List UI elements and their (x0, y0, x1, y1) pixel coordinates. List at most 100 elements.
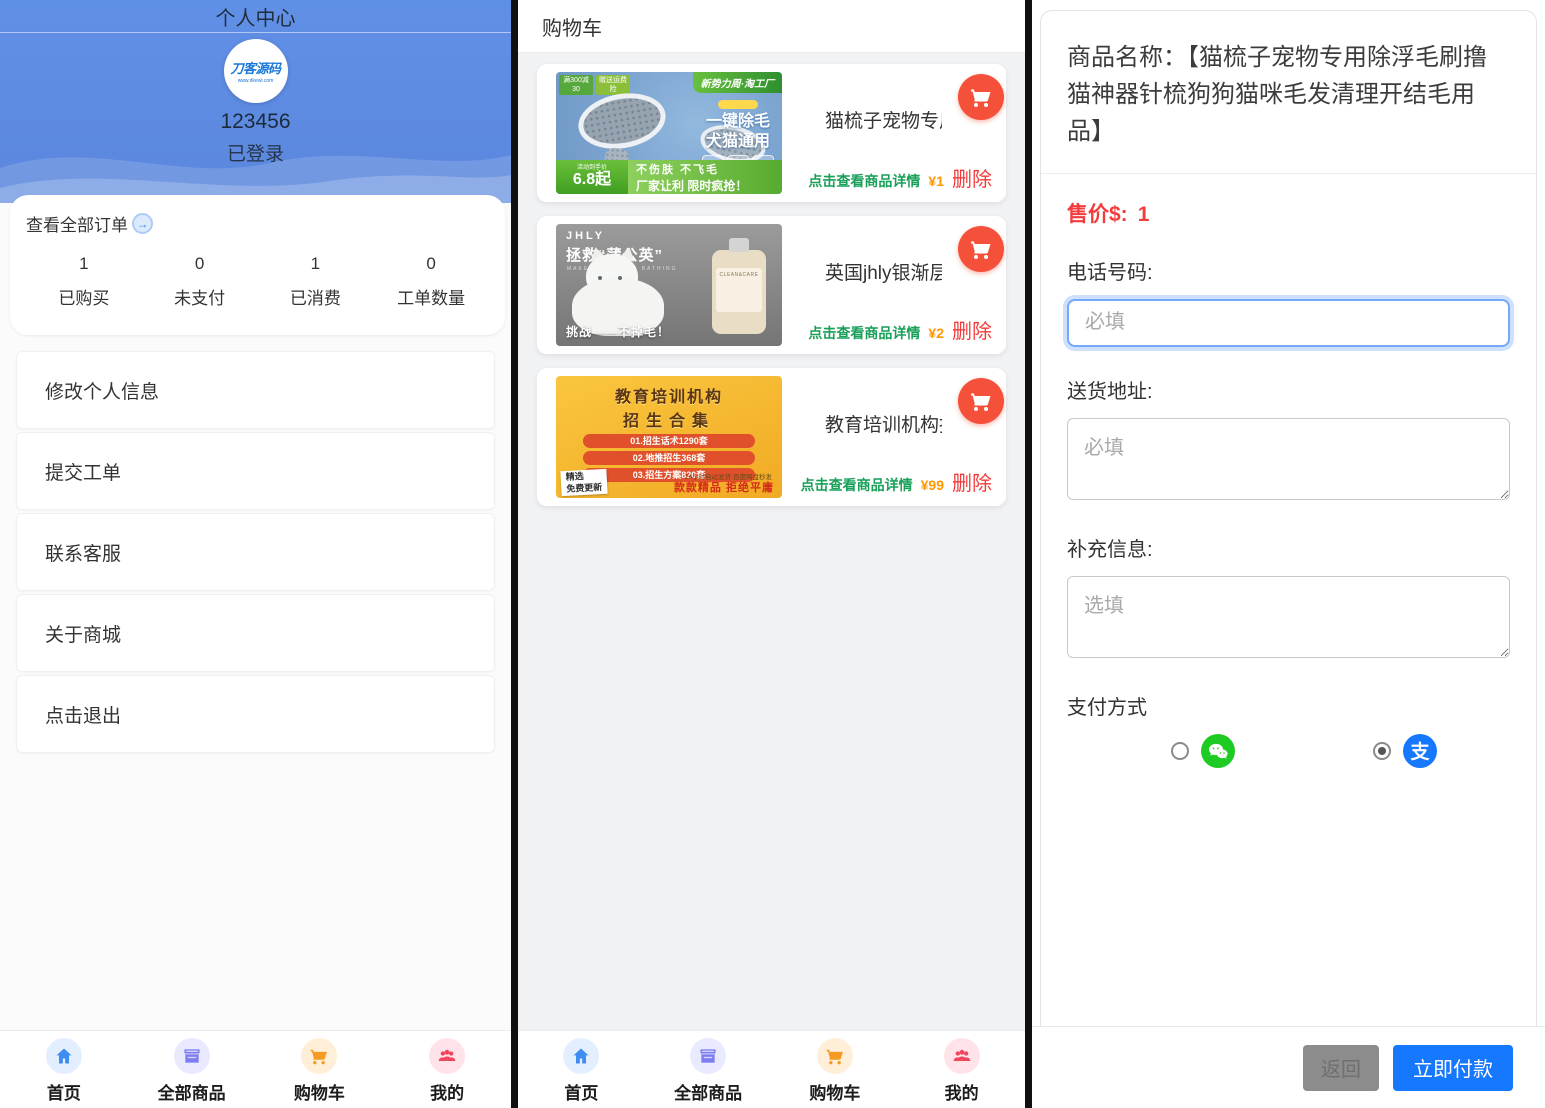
order-form-card: 商品名称：【猫梳子宠物专用除浮毛刷撸猫神器针梳狗狗猫咪毛发清理开结毛用品】 售价… (1040, 10, 1537, 1026)
cart-badge-icon[interactable] (958, 378, 1004, 424)
bottle-cap-graphic (729, 238, 749, 252)
wechat-pay-icon (1201, 734, 1235, 768)
app: 个人中心 刀客源码 www.dkewl.com 123456 已登录 查看全部订… (0, 0, 1545, 1108)
slogan-line: 厂家让利 限时疯抢！ (636, 177, 782, 194)
username: 123456 (220, 110, 290, 134)
logo-url-text: www.dkewl.com (238, 78, 274, 84)
view-detail-link[interactable]: 点击查看商品详情 (801, 475, 913, 495)
tab-bar: 首页 全部商品 购物车 我的 (518, 1030, 1025, 1108)
wechat-pay-option[interactable] (1171, 734, 1235, 768)
bottle-label: CLEAN&CARE (716, 268, 762, 312)
payment-method-label: 支付方式 (1067, 691, 1510, 720)
phone-input[interactable] (1067, 299, 1510, 347)
menu-item-label: 修改个人信息 (45, 377, 159, 404)
menu-item-submit-ticket[interactable]: 提交工单 (16, 432, 495, 510)
tab-home[interactable]: 首页 (0, 1031, 128, 1108)
list-pill: 01.招生话术1290套 (583, 434, 755, 448)
cart-item: JHLY 拯救“蒲公英” MAKE CATS LOVE BATHING CLEA… (537, 216, 1006, 354)
tab-home[interactable]: 首页 (518, 1031, 645, 1108)
alipay-radio[interactable] (1373, 742, 1391, 760)
product-name: 商品名称：【猫梳子宠物专用除浮毛刷撸猫神器针梳狗狗猫咪毛发清理开结毛用品】 (1067, 39, 1510, 151)
view-detail-link[interactable]: 点击查看商品详情 (808, 171, 920, 191)
home-icon (563, 1038, 599, 1074)
profile-hero-content: 刀客源码 www.dkewl.com 123456 已登录 (0, 33, 511, 166)
stat-consumed: 1 已消费 (258, 254, 374, 309)
brand-text: JHLY (566, 230, 605, 242)
alipay-icon: 支 (1403, 734, 1437, 768)
product-image[interactable]: 教育培训机构 招生合集 01.招生话术1290套 02.地推招生368套 03.… (556, 376, 782, 498)
screen-divider (511, 0, 518, 1108)
avatar[interactable]: 刀客源码 www.dkewl.com (224, 39, 288, 103)
cart-icon (817, 1038, 853, 1074)
stat-label: 已购买 (26, 284, 142, 309)
orders-card: 查看全部订单 1 已购买 0 未支付 1 已消费 0 工单数量 (10, 195, 505, 335)
view-all-orders-label: 查看全部订单 (26, 211, 128, 236)
tab-cart[interactable]: 购物车 (772, 1031, 899, 1108)
product-title[interactable]: 教育培训机构招生方... (825, 410, 942, 437)
tab-mine[interactable]: 我的 (383, 1031, 511, 1108)
checkout-screen: 商品名称：【猫梳子宠物专用除浮毛刷撸猫神器针梳狗狗猫咪毛发清理开结毛用品】 售价… (1032, 0, 1545, 1108)
stat-tickets: 0 工单数量 (373, 254, 489, 309)
tab-label: 购物车 (809, 1079, 860, 1104)
alipay-glyph: 支 (1410, 737, 1429, 764)
tab-cart[interactable]: 购物车 (256, 1031, 384, 1108)
extra-info-textarea[interactable] (1067, 576, 1510, 658)
store-icon (690, 1038, 726, 1074)
tab-label: 首页 (47, 1079, 81, 1104)
view-all-orders-link[interactable]: 查看全部订单 (26, 211, 489, 236)
tab-all-products[interactable]: 全部商品 (128, 1031, 256, 1108)
view-detail-link[interactable]: 点击查看商品详情 (808, 323, 920, 343)
delete-button[interactable]: 删除 (952, 315, 992, 344)
tab-label: 购物车 (294, 1079, 345, 1104)
list-pill: 02.地推招生368套 (583, 451, 755, 465)
menu-item-about-mall[interactable]: 关于商城 (16, 594, 495, 672)
cart-item: 教育培训机构 招生合集 01.招生话术1290套 02.地推招生368套 03.… (537, 368, 1006, 506)
menu-item-contact-support[interactable]: 联系客服 (16, 513, 495, 591)
cart-item-actions: 点击查看商品详情 ¥2 删除 (808, 315, 992, 344)
price-tag-value: 6.8起 (573, 171, 611, 188)
product-title[interactable]: 英国jhly银渐层猫咪沐... (825, 258, 942, 285)
stat-value: 0 (142, 254, 258, 274)
pay-now-button[interactable]: 立即付款 (1393, 1045, 1513, 1091)
tab-all-products[interactable]: 全部商品 (645, 1031, 772, 1108)
delete-button[interactable]: 删除 (952, 467, 992, 496)
menu-item-label: 联系客服 (45, 539, 121, 566)
product-image[interactable]: 满300减30 赠送运费险 新势力周·淘工厂 一键除毛 犬猫通用 (556, 72, 782, 194)
phone-label: 电话号码: (1067, 256, 1510, 285)
menu-item-label: 提交工单 (45, 458, 121, 485)
cart-item-actions: 点击查看商品详情 ¥99 删除 (801, 467, 992, 496)
delete-button[interactable]: 删除 (952, 163, 992, 192)
item-price: ¥99 (921, 477, 944, 493)
price-label: 售价$: (1067, 203, 1128, 226)
tag-line: 免费更新 (566, 481, 603, 495)
price-tag-label: 活动到手价 (556, 162, 628, 171)
login-status: 已登录 (227, 139, 284, 166)
stat-label: 工单数量 (373, 284, 489, 309)
slogan-line: 款款精品 拒绝平庸 (674, 479, 774, 495)
headline-line: 一键除毛 (702, 112, 774, 132)
tab-label: 首页 (564, 1079, 598, 1104)
menu-item-logout[interactable]: 点击退出 (16, 675, 495, 753)
user-group-icon (944, 1038, 980, 1074)
wechat-radio[interactable] (1171, 742, 1189, 760)
address-textarea[interactable] (1067, 418, 1510, 500)
brush-graphic (574, 87, 670, 155)
cart-badge-icon[interactable] (958, 74, 1004, 120)
back-button[interactable]: 返回 (1303, 1045, 1379, 1091)
stat-label: 未支付 (142, 284, 258, 309)
user-group-icon (429, 1038, 465, 1074)
menu-item-edit-profile[interactable]: 修改个人信息 (16, 351, 495, 429)
tab-label: 我的 (430, 1079, 464, 1104)
product-image[interactable]: JHLY 拯救“蒲公英” MAKE CATS LOVE BATHING CLEA… (556, 224, 782, 346)
store-icon (174, 1038, 210, 1074)
cat-graphic (618, 276, 622, 280)
product-title[interactable]: 猫梳子宠物专用除浮... (825, 106, 942, 133)
stat-unpaid: 0 未支付 (142, 254, 258, 309)
stat-purchased: 1 已购买 (26, 254, 142, 309)
cart-badge-icon[interactable] (958, 226, 1004, 272)
address-label: 送货地址: (1067, 375, 1510, 404)
tab-mine[interactable]: 我的 (898, 1031, 1025, 1108)
divider (1041, 173, 1536, 174)
alipay-option[interactable]: 支 (1373, 734, 1437, 768)
cart-header: 购物车 (518, 0, 1025, 53)
